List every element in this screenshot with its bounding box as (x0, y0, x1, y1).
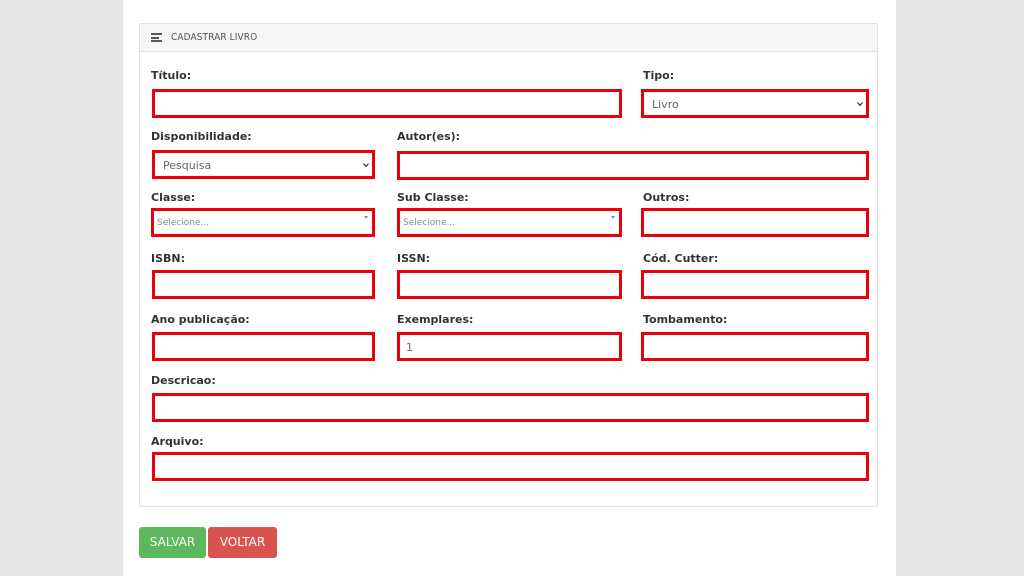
panel-header: CADASTRAR LIVRO (140, 24, 877, 52)
cutter-label: Cód. Cutter: (643, 252, 719, 265)
tipo-select[interactable]: Livro (641, 89, 869, 118)
chevron-down-icon (857, 102, 863, 107)
outros-label: Outros: (643, 191, 690, 204)
arquivo-input[interactable] (152, 452, 869, 481)
cutter-input[interactable] (641, 270, 869, 299)
caret-down-icon (364, 216, 368, 219)
descricao-input[interactable] (152, 393, 869, 422)
arquivo-label: Arquivo: (151, 435, 204, 448)
autores-label: Autor(es): (397, 130, 461, 143)
descricao-label: Descricao: (151, 374, 216, 387)
save-button[interactable]: SALVAR (139, 527, 206, 558)
tombamento-input[interactable] (641, 332, 869, 361)
subclasse-placeholder: Selecione... (403, 218, 456, 228)
issn-label: ISSN: (397, 252, 431, 265)
isbn-label: ISBN: (151, 252, 186, 265)
back-button[interactable]: VOLTAR (208, 527, 277, 558)
ano-label: Ano publicação: (151, 313, 250, 326)
titulo-label: Título: (151, 69, 192, 82)
issn-input[interactable] (397, 270, 622, 299)
list-icon (151, 33, 162, 42)
autores-input[interactable] (397, 151, 869, 180)
exemplares-label: Exemplares: (397, 313, 474, 326)
subclasse-select[interactable]: Selecione... (397, 208, 622, 237)
titulo-input[interactable] (152, 89, 622, 118)
outros-input[interactable] (641, 208, 869, 237)
ano-input[interactable] (152, 332, 375, 361)
subclasse-label: Sub Classe: (397, 191, 469, 204)
tombamento-label: Tombamento: (643, 313, 728, 326)
classe-placeholder: Selecione... (157, 218, 210, 228)
panel-title: CADASTRAR LIVRO (171, 32, 258, 43)
chevron-down-icon (363, 163, 369, 168)
disponibilidade-select[interactable]: Pesquisa (152, 150, 375, 179)
form-panel: CADASTRAR LIVRO Título: Tipo: Livro Disp… (139, 23, 878, 507)
disponibilidade-label: Disponibilidade: (151, 130, 252, 143)
page-container: CADASTRAR LIVRO Título: Tipo: Livro Disp… (123, 0, 896, 576)
disponibilidade-selected-value: Pesquisa (163, 159, 212, 172)
caret-down-icon (611, 216, 615, 219)
tipo-selected-value: Livro (652, 98, 679, 111)
classe-select[interactable]: Selecione... (151, 208, 375, 237)
exemplares-input[interactable]: 1 (397, 332, 622, 361)
isbn-input[interactable] (152, 270, 375, 299)
tipo-label: Tipo: (643, 69, 675, 82)
classe-label: Classe: (151, 191, 196, 204)
